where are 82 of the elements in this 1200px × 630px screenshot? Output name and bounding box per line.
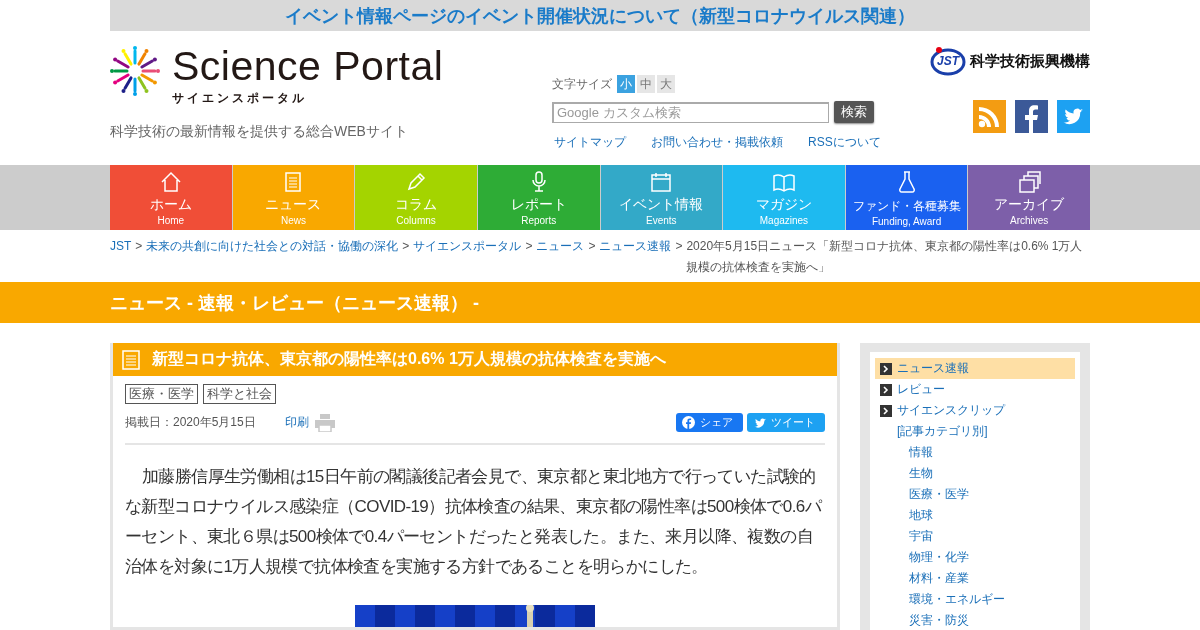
nav-tab[interactable]: ファンド・各種募集 Funding, Award — [845, 165, 968, 230]
nav-sublabel: Funding, Award — [871, 216, 942, 227]
category-heading: [記事カテゴリ別] — [897, 423, 989, 440]
org-logo-mark: JST — [937, 54, 959, 68]
breadcrumb-link[interactable]: ニュース速報 — [599, 236, 672, 257]
category-link[interactable]: 情報 — [909, 442, 1075, 463]
nav-label: レポート — [510, 196, 567, 214]
burst-logo-icon — [110, 44, 160, 98]
search-field[interactable]: Google カスタム検索 — [552, 101, 829, 123]
breadcrumb-separator: > — [135, 238, 143, 255]
breadcrumb-separator: > — [402, 238, 410, 255]
article-title: 新型コロナ抗体、東京都の陽性率は0.6% 1万人規模の抗体検査を実施へ — [152, 349, 666, 369]
category-link[interactable]: 生物 — [909, 463, 1075, 484]
category-link[interactable]: 災害・防災 — [909, 610, 1075, 630]
calendar-icon — [649, 170, 674, 194]
category-link[interactable]: 環境・エネルギー — [909, 589, 1075, 610]
facebook-icon — [682, 416, 695, 429]
twitter-icon — [753, 417, 766, 428]
breadcrumb-link[interactable]: ニュース — [536, 236, 585, 257]
chevron-icon — [880, 383, 892, 396]
document-icon — [122, 349, 140, 370]
nav-sublabel: Archives — [1010, 215, 1049, 226]
sidebar-item[interactable]: サイエンスクリップ — [875, 400, 1075, 421]
breadcrumb-separator: > — [588, 238, 596, 255]
category-tag[interactable]: 医療・医学 — [125, 384, 198, 404]
category-tag[interactable]: 科学と社会 — [203, 384, 276, 404]
nav-label: ファンド・各種募集 — [852, 198, 961, 215]
print-link[interactable]: 印刷 — [284, 414, 309, 431]
font-size-option[interactable]: 大 — [657, 75, 675, 93]
breadcrumb-link[interactable]: 未来の共創に向けた社会との対話・協働の深化 — [146, 236, 399, 257]
nav-tab[interactable]: ホーム Home — [110, 165, 232, 230]
header-link[interactable]: お問い合わせ・掲載依頼 — [651, 134, 783, 151]
section-title: ニュース - 速報・レビュー（ニュース速報） - — [110, 291, 479, 315]
nav-sublabel: Home — [157, 215, 185, 226]
nav-sublabel: News — [280, 215, 306, 226]
category-link[interactable]: 医療・医学 — [909, 484, 1075, 505]
category-link[interactable]: 材料・産業 — [909, 568, 1075, 589]
nav-label: イベント情報 — [619, 196, 704, 214]
nav-tab[interactable]: アーカイブ Archives — [968, 165, 1090, 230]
notice-link[interactable]: イベント情報ページのイベント開催状況について（新型コロナウイルス関連） — [285, 3, 915, 28]
share-button[interactable]: シェア — [676, 413, 743, 432]
printer-icon[interactable] — [314, 413, 335, 432]
breadcrumb-link[interactable]: JST — [110, 236, 132, 257]
nav-sublabel: Columns — [396, 215, 436, 226]
org-name[interactable]: 科学技術振興機構 — [970, 51, 1090, 71]
category-link[interactable]: 地球 — [909, 505, 1075, 526]
logo-subtitle: サイエンスポータル — [172, 90, 308, 107]
chevron-icon — [880, 362, 892, 375]
tagline: 科学技術の最新情報を提供する総合WEBサイト — [110, 123, 409, 141]
nav-sublabel: Reports — [521, 215, 557, 226]
nav-label: ホーム — [149, 196, 192, 214]
nav-label: ニュース — [265, 196, 322, 214]
nav-label: コラム — [395, 196, 438, 214]
nav-sublabel: Magazines — [759, 215, 809, 226]
breadcrumb-separator: > — [675, 238, 683, 255]
facebook-icon[interactable] — [1015, 100, 1048, 133]
font-size-label: 文字サイズ — [552, 75, 612, 93]
font-size-option[interactable]: 小 — [617, 75, 635, 93]
logo-title[interactable]: Science Portal — [172, 44, 444, 88]
stacked-windows-icon — [1017, 170, 1042, 194]
sidebar-item[interactable]: レビュー — [875, 379, 1075, 400]
header-link[interactable]: RSSについて — [808, 134, 881, 151]
tweet-button[interactable]: ツイート — [747, 413, 825, 432]
breadcrumb-current: 2020年5月15日ニュース「新型コロナ抗体、東京都の陽性率は0.6% 1万人規模の抗体検査を実施へ」 — [686, 238, 1084, 276]
header-link[interactable]: サイトマップ — [554, 134, 626, 151]
nav-label: アーカイブ — [994, 196, 1065, 214]
font-size-option[interactable]: 中 — [637, 75, 655, 93]
chevron-icon — [880, 404, 892, 417]
article-body: 加藤勝信厚生労働相は15日午前の閣議後記者会見で、東京都と東北地方で行っていた試験的な新型コロナウイルス感染症（COVID-19）抗体検査の結果、東京都の陽性率は500検体で0.6パーセント、東北６県は500検体で0.4パーセントだったと発表した。また、来月以降、複数の自治体を対象に1万人規模で抗体検査を実施する方針であることを明らかにした。 — [125, 466, 823, 578]
orbit-logo-icon — [930, 46, 966, 76]
sidebar-item[interactable]: ニュース速報 — [875, 358, 1075, 379]
publish-date: 掲載日：2020年5月15日 — [125, 414, 256, 431]
breadcrumb-link[interactable]: サイエンスポータル — [413, 236, 522, 257]
nav-sublabel: Events — [646, 215, 677, 226]
search-button[interactable]: 検索 — [834, 101, 874, 123]
category-link[interactable]: 物理・化学 — [909, 547, 1075, 568]
nav-tab[interactable]: レポート Reports — [477, 165, 600, 230]
twitter-icon[interactable] — [1057, 100, 1090, 133]
nav-label: マガジン — [755, 196, 812, 214]
breadcrumb-separator: > — [525, 238, 533, 255]
category-link[interactable]: 宇宙 — [909, 526, 1075, 547]
rss-icon[interactable] — [973, 100, 1006, 133]
